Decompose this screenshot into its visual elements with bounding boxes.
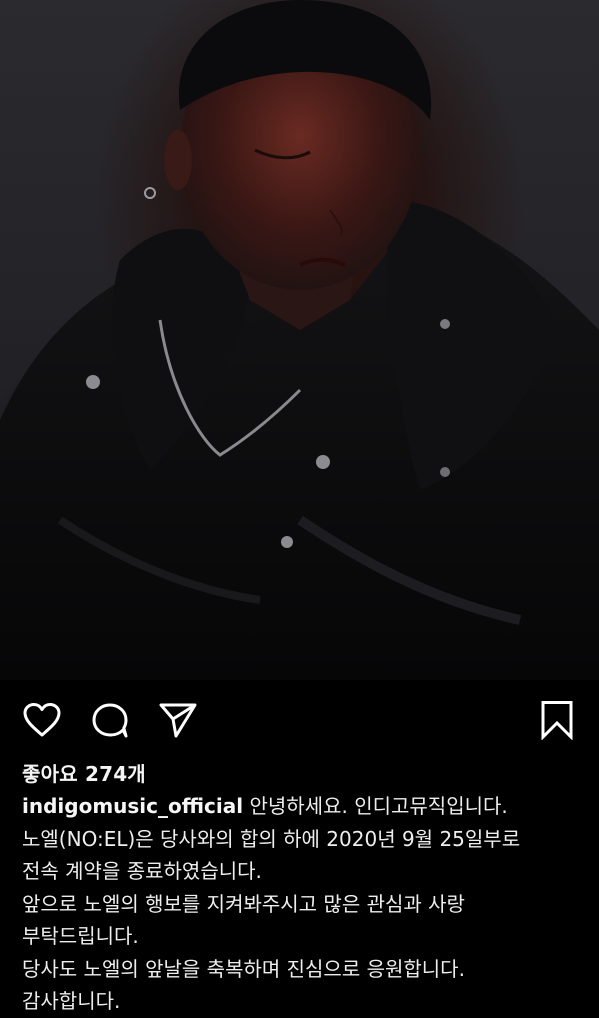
caption-first-line: indigomusic_official 안녕하세요. 인디고뮤직입니다. (22, 790, 582, 823)
caption-greeting: 안녕하세요. 인디고뮤직입니다. (243, 794, 508, 818)
bookmark-outline-icon (541, 701, 573, 740)
like-button[interactable] (18, 696, 66, 744)
paper-plane-icon (159, 703, 197, 738)
post-action-bar (0, 680, 599, 760)
comment-bubble-icon (92, 703, 128, 738)
caption-line: 노엘(NO:EL)은 당사와의 합의 하에 2020년 9월 25일부로 (22, 826, 521, 851)
post-caption: indigomusic_official 안녕하세요. 인디고뮤직입니다. 노엘… (22, 790, 582, 1018)
likes-count[interactable]: 좋아요 274개 (22, 758, 146, 787)
comment-button[interactable] (86, 696, 134, 744)
caption-line: 감사합니다. (22, 989, 121, 1013)
share-button[interactable] (154, 696, 202, 744)
post-photo[interactable] (0, 0, 599, 680)
heart-outline-icon (23, 703, 61, 737)
save-button[interactable] (533, 696, 581, 744)
caption-line: 당사도 노엘의 앞날을 축복하며 진심으로 응원합니다. (22, 956, 465, 981)
portrait-illustration (0, 0, 599, 680)
caption-line: 앞으로 노엘의 행보를 지켜봐주시고 많은 관심과 사랑 (22, 891, 465, 916)
caption-line: 전속 계약을 종료하였습니다. (22, 859, 262, 883)
caption-username[interactable]: indigomusic_official (22, 794, 243, 818)
caption-line: 부탁드립니다. (22, 924, 139, 948)
